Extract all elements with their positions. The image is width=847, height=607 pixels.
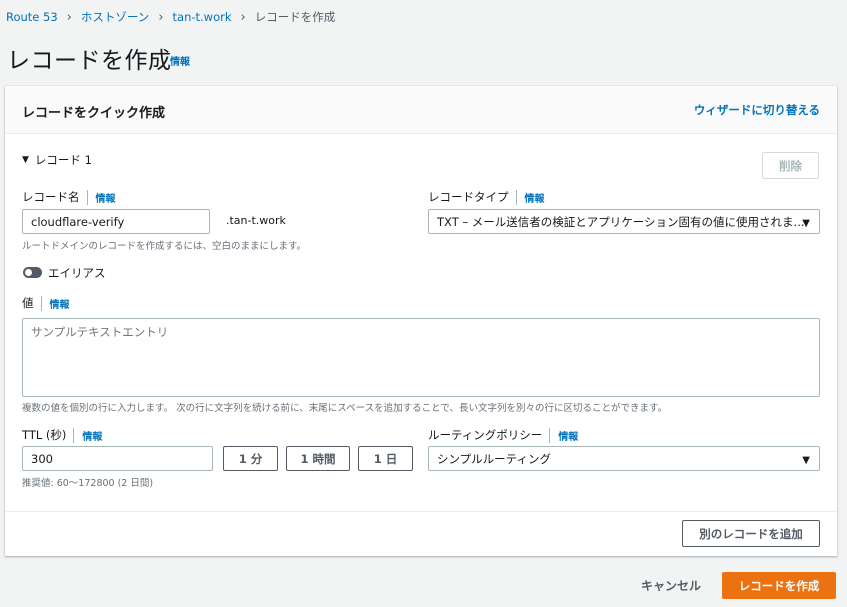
quick-create-panel: レコードをクイック作成 ウィザードに切り替える ▼ レコード 1 削除 レコード… xyxy=(5,86,837,556)
page-title: レコードを作成 xyxy=(7,48,172,74)
record-type-value: TXT – メール送信者の検証とアプリケーション固有の値に使用されま... xyxy=(437,214,805,229)
ttl-info-link[interactable]: 情報 xyxy=(73,427,102,443)
ttl-input[interactable]: 300 xyxy=(22,446,213,471)
record-section-toggle[interactable]: ▼ レコード 1 xyxy=(22,152,92,168)
switch-to-wizard-link[interactable]: ウィザードに切り替える xyxy=(694,102,820,118)
record-type-label: レコードタイプ xyxy=(428,190,509,204)
record-name-label-row: レコード名 情報 xyxy=(22,189,116,205)
record-section-label: レコード 1 xyxy=(34,153,92,167)
breadcrumb-route53[interactable]: Route 53 xyxy=(6,10,58,24)
record-type-info-link[interactable]: 情報 xyxy=(515,189,545,205)
chevron-right-icon: › xyxy=(158,9,164,25)
chevron-right-icon: › xyxy=(240,9,246,25)
routing-policy-label-row: ルーティングポリシー 情報 xyxy=(428,427,578,443)
record-name-input[interactable]: cloudflare-verify xyxy=(22,209,210,234)
record-name-suffix: .tan-t.work xyxy=(226,214,286,227)
delete-button[interactable]: 削除 xyxy=(762,152,819,179)
ttl-1-minute-button[interactable]: 1 分 xyxy=(223,446,278,471)
routing-policy-select[interactable]: シンプルルーティング ▼ xyxy=(428,446,820,471)
breadcrumb: Route 53 › ホストゾーン › tan-t.work › レコードを作成 xyxy=(6,9,335,25)
create-records-button[interactable]: レコードを作成 xyxy=(722,572,836,599)
routing-policy-value: シンプルルーティング xyxy=(437,451,551,466)
alias-label: エイリアス xyxy=(48,266,106,280)
chevron-right-icon: › xyxy=(66,9,72,25)
alias-toggle[interactable] xyxy=(23,267,42,278)
value-textarea[interactable] xyxy=(22,318,820,397)
ttl-label-row: TTL (秒) 情報 xyxy=(22,427,102,443)
panel-title: レコードをクイック作成 xyxy=(22,106,166,121)
value-label: 値 xyxy=(22,296,34,310)
ttl-hint: 推奨値: 60～172800 (2 日間) xyxy=(22,478,154,489)
record-type-label-row: レコードタイプ 情報 xyxy=(428,189,545,205)
record-type-select[interactable]: TXT – メール送信者の検証とアプリケーション固有の値に使用されま... ▼ xyxy=(428,209,820,234)
cancel-button[interactable]: キャンセル xyxy=(641,577,701,594)
breadcrumb-zone[interactable]: tan-t.work xyxy=(173,10,232,24)
caret-down-icon: ▼ xyxy=(22,155,29,165)
value-label-row: 値 情報 xyxy=(22,295,70,311)
caret-down-icon: ▼ xyxy=(802,455,810,466)
caret-down-icon: ▼ xyxy=(802,218,810,229)
value-hint: 複数の値を個別の行に入力します。 次の行に文字列を続ける前に、末尾にスペースを追… xyxy=(22,403,668,414)
routing-policy-info-link[interactable]: 情報 xyxy=(549,427,578,443)
value-info-link[interactable]: 情報 xyxy=(40,295,70,311)
page-info-link[interactable]: 情報 xyxy=(170,53,190,68)
breadcrumb-hosted-zones[interactable]: ホストゾーン xyxy=(81,9,149,25)
routing-policy-label: ルーティングポリシー xyxy=(428,428,543,442)
panel-header: レコードをクイック作成 ウィザードに切り替える xyxy=(5,86,837,134)
record-name-hint: ルートドメインのレコードを作成するには、空白のままにします。 xyxy=(22,241,307,252)
panel-divider xyxy=(5,511,837,512)
ttl-1-hour-button[interactable]: 1 時間 xyxy=(286,446,350,471)
record-name-label: レコード名 xyxy=(22,190,80,204)
record-name-info-link[interactable]: 情報 xyxy=(86,189,116,205)
breadcrumb-current: レコードを作成 xyxy=(254,10,336,24)
add-another-record-button[interactable]: 別のレコードを追加 xyxy=(682,520,820,547)
ttl-label: TTL (秒) xyxy=(22,428,67,442)
ttl-1-day-button[interactable]: 1 日 xyxy=(358,446,413,471)
